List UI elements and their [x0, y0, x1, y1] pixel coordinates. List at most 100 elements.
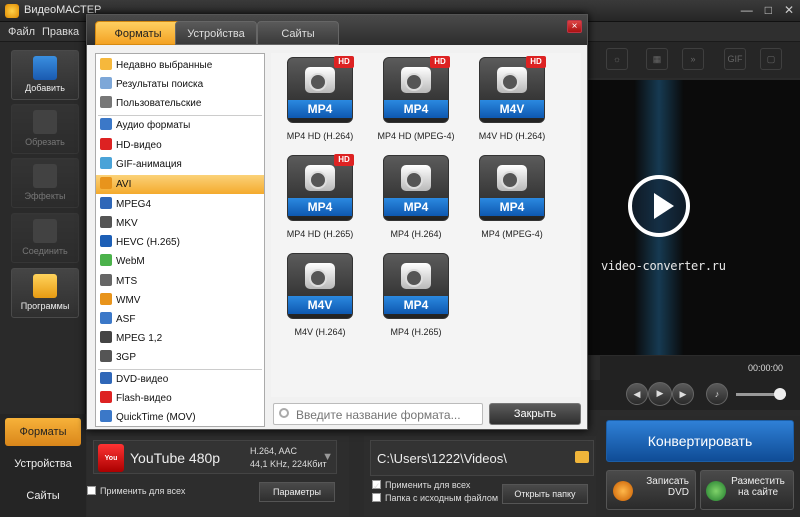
tab-devices[interactable]: Устройства	[5, 450, 81, 478]
trim-button[interactable]: Обрезать	[11, 104, 79, 154]
format-tile[interactable]: MP4 MP4 (H.264)	[371, 155, 461, 251]
list-item[interactable]: DVD-видео	[96, 370, 264, 389]
params-button[interactable]: Параметры	[259, 482, 335, 502]
list-item[interactable]: GIF-анимация	[96, 155, 264, 174]
mp4-icon	[100, 197, 112, 209]
format-search-input[interactable]	[296, 407, 478, 423]
list-item[interactable]: Недавно выбранные	[96, 56, 264, 75]
tab-formats[interactable]: Форматы	[5, 418, 81, 446]
film-tool-icon[interactable]: ▦	[646, 48, 668, 70]
join-button[interactable]: Соединить	[11, 213, 79, 263]
hd-icon	[100, 138, 112, 150]
apply-all-folder-checkbox[interactable]: ✓	[372, 480, 381, 491]
webm-icon	[100, 254, 112, 266]
dialog-tab-devices[interactable]: Устройства	[175, 21, 257, 45]
add-button[interactable]: Добавить	[11, 50, 79, 100]
dvd-icon	[100, 372, 112, 384]
format-tile[interactable]: M4V M4V (H.264)	[275, 253, 365, 349]
play-icon[interactable]: ▶	[648, 382, 672, 406]
list-item[interactable]: 3GP	[96, 348, 264, 367]
brightness-icon[interactable]: ☼	[606, 48, 628, 70]
open-folder-button[interactable]: Открыть папку	[502, 484, 588, 504]
list-item[interactable]: MTS	[96, 272, 264, 291]
convert-button[interactable]: Конвертировать	[606, 420, 794, 462]
next-icon[interactable]: ▶	[672, 383, 694, 405]
watermark-text: video-converter.ru	[601, 259, 726, 273]
camcorder-icon	[305, 263, 335, 289]
list-item[interactable]: QuickTime (MOV)	[96, 408, 264, 427]
format-tile[interactable]: MP4 MP4 (H.265)	[371, 253, 461, 349]
list-item[interactable]: HEVC (H.265)	[96, 233, 264, 252]
dialog-close-icon[interactable]: ×	[567, 20, 582, 33]
search-icon	[100, 77, 112, 89]
source-folder-option[interactable]: Папка с исходным файлом	[372, 493, 498, 503]
menu-file[interactable]: Файл	[8, 26, 35, 38]
apply-all-format[interactable]: Применить для всех	[87, 486, 185, 496]
folder-path-field[interactable]: C:\Users\1222\Videos\	[370, 440, 594, 476]
format-tile[interactable]: MP4 MP4 (MPEG-4)	[467, 155, 557, 251]
hd-badge: HD	[334, 154, 354, 166]
youtube-icon: You	[98, 444, 124, 472]
list-item[interactable]: MPEG4	[96, 195, 264, 214]
play-overlay-icon[interactable]	[628, 175, 690, 237]
list-item[interactable]: ASF	[96, 310, 264, 329]
dropdown-arrow-icon[interactable]: ▼	[322, 451, 333, 463]
volume-icon[interactable]: ♪	[706, 383, 728, 405]
effects-button[interactable]: Эффекты	[11, 158, 79, 208]
trim-icon	[33, 110, 57, 134]
volume-knob[interactable]	[774, 388, 786, 400]
format-tile[interactable]: HD MP4 MP4 HD (H.265)	[275, 154, 365, 251]
video-preview: video-converter.ru	[588, 80, 800, 355]
close-window-icon[interactable]: ✕	[784, 3, 794, 17]
list-item[interactable]: WebM	[96, 252, 264, 271]
speed-icon[interactable]: »	[682, 48, 704, 70]
apply-all-folder[interactable]: ✓ Применить для всех	[372, 480, 470, 491]
format-selector[interactable]: You YouTube 480p H.264, AAC 44,1 KHz, 22…	[93, 440, 337, 474]
format-search-box[interactable]	[273, 403, 483, 425]
maximize-icon[interactable]: □	[765, 3, 772, 17]
quicktime-icon	[100, 410, 112, 422]
format-tile[interactable]: HD M4V M4V HD (H.264)	[467, 56, 557, 153]
list-item-selected[interactable]: AVI	[96, 175, 264, 194]
output-folder-panel: C:\Users\1222\Videos\ ✓ Применить для все…	[364, 436, 596, 516]
dialog-tab-formats[interactable]: Форматы	[95, 21, 181, 45]
apply-all-checkbox[interactable]	[87, 486, 96, 495]
format-tile[interactable]: HD MP4 MP4 HD (MPEG-4)	[371, 56, 461, 153]
format-category-list: Недавно выбранные Результаты поиска Поль…	[95, 53, 265, 427]
prev-icon[interactable]: ◀	[626, 383, 648, 405]
format-badge: MP4	[480, 198, 544, 216]
3gp-icon	[100, 350, 112, 362]
codec-line1: H.264, AAC	[250, 446, 298, 456]
list-item[interactable]: MPEG 1,2	[96, 329, 264, 348]
list-item[interactable]: Flash-видео	[96, 389, 264, 408]
source-folder-checkbox[interactable]	[372, 493, 381, 502]
burn-dvd-button[interactable]: Записать DVD	[606, 470, 696, 510]
wmv-icon	[100, 293, 112, 305]
camcorder-icon	[305, 165, 335, 191]
list-item[interactable]: Аудио форматы	[96, 116, 264, 135]
list-item[interactable]: MKV	[96, 214, 264, 233]
dialog-close-button[interactable]: Закрыть	[489, 403, 581, 425]
dvd-icon	[613, 481, 633, 501]
programs-button[interactable]: Программы	[11, 268, 79, 318]
folder-icon[interactable]	[575, 451, 589, 463]
list-item[interactable]: WMV	[96, 291, 264, 310]
list-item[interactable]: Пользовательские	[96, 94, 264, 113]
list-item[interactable]: Результаты поиска	[96, 75, 264, 94]
gif-icon[interactable]: GIF	[724, 48, 746, 70]
mkv-icon	[100, 216, 112, 228]
add-film-icon	[33, 56, 57, 80]
format-badge: M4V	[288, 296, 352, 314]
tab-sites[interactable]: Сайты	[5, 482, 81, 510]
dialog-tab-sites[interactable]: Сайты	[257, 21, 339, 45]
format-badge: M4V	[480, 100, 544, 118]
crop-icon[interactable]: ▢	[760, 48, 782, 70]
hd-badge: HD	[526, 56, 546, 68]
list-item[interactable]: HD-видео	[96, 136, 264, 155]
format-tile[interactable]: HD MP4 MP4 HD (H.264)	[275, 56, 365, 153]
format-badge: MP4	[288, 198, 352, 216]
minimize-icon[interactable]: —	[741, 3, 753, 17]
menu-edit[interactable]: Правка	[42, 26, 79, 38]
format-caption: MP4 HD (MPEG-4)	[377, 131, 455, 141]
upload-site-button[interactable]: Разместить на сайте	[700, 470, 794, 510]
